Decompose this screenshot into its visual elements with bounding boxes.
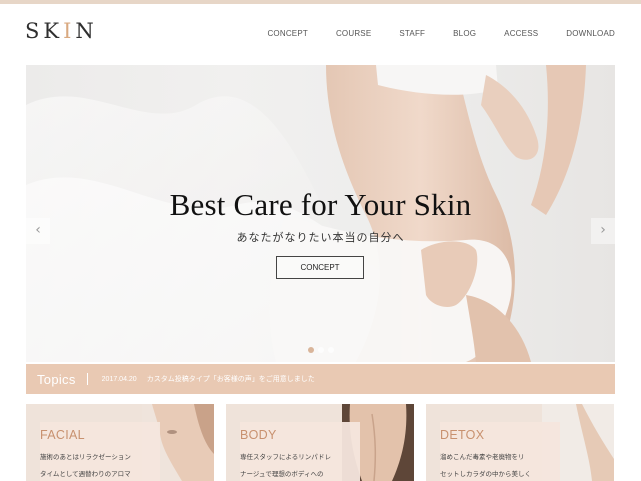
card-body[interactable]: BODY 専任スタッフによるリンパドレ ナージュで理想のボディへの — [226, 404, 414, 481]
topics-news-link[interactable]: カスタム投稿タイプ「お客様の声」をご用意しました — [147, 374, 315, 384]
card-detox-title: DETOX — [440, 428, 485, 442]
topics-bar: Topics 2017.04.20 カスタム投稿タイプ「お客様の声」をご用意しま… — [26, 364, 615, 394]
hero-subtitle: あなたがなりたい本当の自分へ — [236, 231, 405, 244]
card-body-title: BODY — [240, 428, 277, 442]
nav-concept[interactable]: CONCEPT — [267, 29, 308, 38]
card-facial-panel: FACIAL 施術のあとはリラクゼーション タイムとして週替わりのアロマ — [40, 422, 160, 481]
card-detox-panel: DETOX 溜めこんだ毒素や老廃物をリ セットしカラダの中から美しく — [440, 422, 560, 481]
nav-staff[interactable]: STAFF — [399, 29, 425, 38]
topics-divider — [86, 373, 88, 385]
slider-dots — [308, 347, 334, 353]
service-cards: FACIAL 施術のあとはリラクゼーション タイムとして週替わりのアロマ BOD… — [26, 404, 615, 481]
site-logo[interactable]: SKIN — [25, 21, 98, 42]
site-header: SKIN CONCEPT COURSE STAFF BLOG ACCESS DO… — [0, 4, 641, 62]
card-facial[interactable]: FACIAL 施術のあとはリラクゼーション タイムとして週替わりのアロマ — [26, 404, 214, 481]
nav-access[interactable]: ACCESS — [504, 29, 538, 38]
hero-concept-button[interactable]: CONCEPT — [276, 256, 364, 279]
card-detox-text-1: 溜めこんだ毒素や老廃物をリ — [440, 453, 525, 461]
nav-course[interactable]: COURSE — [336, 29, 371, 38]
hero-title: Best Care for Your Skin — [169, 187, 472, 222]
main-nav: CONCEPT COURSE STAFF BLOG ACCESS DOWNLOA… — [239, 29, 615, 38]
topics-date: 2017.04.20 — [101, 375, 137, 383]
logo-text-start: SK — [25, 19, 64, 43]
slider-prev-arrow-icon[interactable]: ‹ — [26, 218, 50, 244]
logo-text-accent: I — [63, 19, 76, 43]
hero-slider: Best Care for Your Skin あなたがなりたい本当の自分へ C… — [26, 65, 615, 362]
card-facial-text-1: 施術のあとはリラクゼーション — [40, 453, 131, 461]
card-detox-text-2: セットしカラダの中から美しく — [440, 470, 531, 478]
nav-download[interactable]: DOWNLOAD — [566, 29, 615, 38]
card-detox[interactable]: DETOX 溜めこんだ毒素や老廃物をリ セットしカラダの中から美しく — [426, 404, 614, 481]
card-body-text-1: 専任スタッフによるリンパドレ — [240, 453, 331, 461]
card-facial-title: FACIAL — [40, 428, 85, 442]
card-facial-text-2: タイムとして週替わりのアロマ — [40, 470, 131, 478]
nav-blog[interactable]: BLOG — [453, 29, 476, 38]
topics-label: Topics — [37, 371, 76, 387]
slider-dot[interactable] — [308, 347, 314, 353]
slider-next-arrow-icon[interactable]: › — [591, 218, 615, 244]
slider-dot[interactable] — [328, 347, 334, 353]
slider-dot[interactable] — [318, 347, 324, 353]
logo-text-end: N — [75, 19, 98, 43]
card-body-panel: BODY 専任スタッフによるリンパドレ ナージュで理想のボディへの — [240, 422, 360, 481]
card-body-text-2: ナージュで理想のボディへの — [240, 470, 324, 478]
